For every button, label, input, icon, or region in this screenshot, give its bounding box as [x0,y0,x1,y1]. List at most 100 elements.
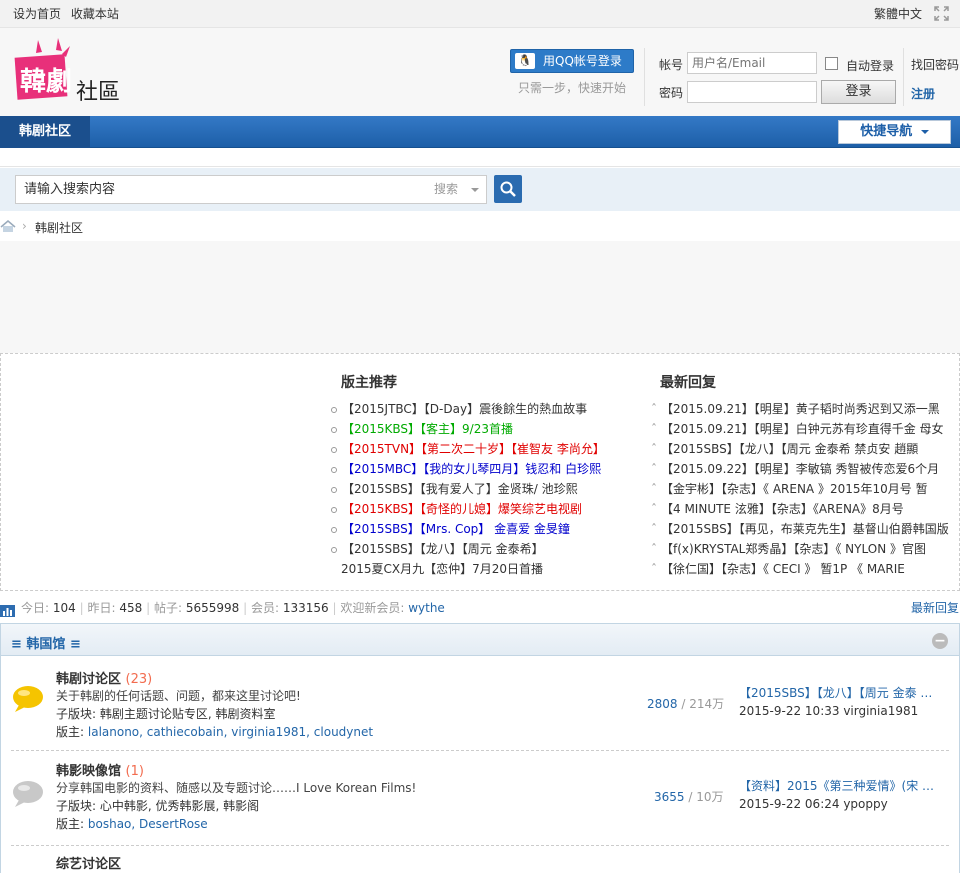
latest-reply-link[interactable]: 最新回复 [911,597,959,619]
chart-icon [0,602,15,617]
quick-nav-label: 快捷导航 [860,124,913,139]
moderator-label: 版主: [56,817,85,831]
collapse-icon[interactable]: − [932,633,948,649]
forum-group: ≡ 韩国馆 ≡ − 韩剧讨论区 (23) 关于韩剧的任何话题、问题，都来这里讨论… [0,623,960,873]
top-bar: 设为首页 收藏本站 繁體中文 [0,0,960,28]
recommend-title: 版主推荐 [341,375,397,391]
forum-moderators: 版主: boshao, DesertRose [56,815,208,832]
main-nav: 韩剧社区 快捷导航 [0,116,960,148]
forum-description: 分享韩国电影的资料、随感以及专题讨论……I Love Korean Films! [56,781,417,795]
recommend-item[interactable]: 【2015TVN】【第二次二十岁】【崔智友 李尚允】 [331,439,631,459]
last-post-title[interactable]: 【资料】2015《第三种爱情》(宋 … [739,777,949,795]
login-button[interactable]: 登录 [821,80,896,104]
posts-count: 5655998 [185,601,240,615]
forum-row: 韩影映像馆 (1) 分享韩国电影的资料、随感以及专题讨论……I Love Kor… [11,751,949,846]
latest-reply-item[interactable]: 【4 MINUTE 泫雅】【杂志】《ARENA》8月号 [651,499,951,519]
search-type-select[interactable]: 搜索 [426,175,487,204]
qq-hint: 只需一步，快速开始 [518,81,627,95]
recommend-item[interactable]: 【2015JTBC】【D-Day】震後餘生的熱血故事 [331,399,631,419]
moderator-links[interactable]: lalanono, cathiecobain, virginia1981, cl… [88,725,373,739]
latest-reply-item[interactable]: 【徐仁国】【杂志】《 CECI 》 暂1P 《 MARIE [651,559,951,579]
forum-subforums: 子版块: 心中韩影, 优秀韩影展, 韩影阁 [56,797,259,814]
subforum-links[interactable]: 韩剧主题讨论贴专区, 韩剧资料室 [100,707,276,721]
search-input[interactable]: 请输入搜索内容 [15,175,427,204]
qq-login-label: 用QQ帐号登录 [543,54,622,68]
breadcrumb-separator: › [22,219,27,233]
breadcrumb-current[interactable]: 韩剧社区 [35,219,83,236]
yesterday-count: 458 [119,601,143,615]
last-post-meta: 2015-9-22 06:24 ypoppy [739,797,888,811]
post-count: 214万 [689,697,725,711]
recommend-item[interactable]: 2015夏CX月九【恋仲】7月20日首播 [331,559,631,579]
qq-penguin-icon: 🐧 [515,53,535,69]
search-icon [500,181,516,197]
recommend-item[interactable]: 【2015SBS】【我有爱人了】金贤珠/ 池珍熙 [331,479,631,499]
stats-bar: 今日: 104 | 昨日: 458 | 帖子: 5655998 | 会员: 13… [0,597,960,619]
post-count: 10万 [696,790,724,804]
bookmark-link[interactable]: 收藏本站 [71,7,119,21]
qq-login-button[interactable]: 🐧 用QQ帐号登录 [510,49,634,73]
password-input[interactable] [687,81,817,103]
welcome-label: 欢迎新会员: [340,601,405,615]
yesterday-label: 昨日: [87,601,116,615]
auto-login-checkbox[interactable] [825,57,838,70]
latest-reply-item[interactable]: 【f(x)KRYSTAL郑秀晶】【杂志】《 NYLON 》官图 [651,539,951,559]
quick-nav-button[interactable]: 快捷导航 [838,120,951,144]
recommend-item[interactable]: 【2015KBS】【客主】9/23首播 [331,419,631,439]
list-icon: ≡ [11,637,27,652]
newest-member-link[interactable]: wythe [408,601,445,615]
forum-row: 综艺讨论区 [11,846,949,876]
posts-label: 帖子: [153,601,182,615]
recommend-item[interactable]: 【2015KBS】【奇怪的儿媳】爆笑综艺电视剧 [331,499,631,519]
latest-reply-item[interactable]: 【2015SBS】【再见，布莱克先生】基督山伯爵韩国版 [651,519,951,539]
last-post-title[interactable]: 【2015SBS】【龙八】【周元 金泰 … [739,684,949,702]
divider [644,48,645,106]
forum-moderators: 版主: lalanono, cathiecobain, virginia1981… [56,723,373,740]
latest-reply-item[interactable]: 【金宇彬】【杂志】《 ARENA 》2015年10月号 暂 [651,479,951,499]
recommend-item[interactable]: 【2015SBS】【Mrs. Cop】 金喜爱 金旻鐘 [331,519,631,539]
latest-reply-item[interactable]: 【2015.09.21】【明星】黄子韬时尚秀迟到又添一黑 [651,399,951,419]
forum-name[interactable]: 韩剧讨论区 (23) [56,668,152,687]
forum-description: 关于韩剧的任何话题、问题，都来这里讨论吧! [56,689,301,703]
forum-name-text: 韩影映像馆 [56,764,122,779]
latest-reply-item[interactable]: 【2015SBS】【龙八】【周元 金泰希 禁贞安 趙顯 [651,439,951,459]
thread-count: 2808 [647,697,678,711]
search-type-label: 搜索 [434,182,459,196]
find-password-link[interactable]: 找回密码 [911,56,959,73]
subforum-label: 子版块: [56,799,97,813]
search-button[interactable] [494,175,522,203]
forum-name[interactable]: 韩影映像馆 (1) [56,760,144,779]
forum-name[interactable]: 综艺讨论区 [56,853,121,872]
moderator-links[interactable]: boshao, DesertRose [88,817,208,831]
stats-text: 今日: 104 | 昨日: 458 | 帖子: 5655998 | 会员: 13… [21,601,445,615]
latest-reply-item[interactable]: 【2015.09.21】【明星】白钟元苏有珍直得千金 母女 [651,419,951,439]
auto-login-label: 自动登录 [846,59,895,73]
subforum-label: 子版块: [56,707,97,721]
list-icon: ≡ [65,637,81,652]
forum-group-title[interactable]: ≡ 韩国馆 ≡ [11,633,81,652]
svg-text:社區: 社區 [76,80,120,105]
forum-new-count: (23) [125,672,153,687]
chat-bubble-icon [11,685,45,713]
forum-row: 韩剧讨论区 (23) 关于韩剧的任何话题、问题，都来这里讨论吧! 子版块: 韩剧… [11,656,949,751]
register-link[interactable]: 注册 [911,85,935,102]
forum-group-name: 韩国馆 [26,637,66,652]
svg-text:韓劇: 韓劇 [20,67,72,97]
divider [903,48,904,106]
recommend-item[interactable]: 【2015MBC】【我的女儿琴四月】钱忍和 白珍熙 [331,459,631,479]
set-home-link[interactable]: 设为首页 [13,7,61,21]
latest-replies-title: 最新回复 [660,375,716,391]
recommend-item[interactable]: 【2015SBS】【龙八】【周元 金泰希】 [331,539,631,559]
traditional-chinese-link[interactable]: 繁體中文 [874,5,922,22]
nav-strip [0,149,960,167]
expand-icon[interactable] [934,6,949,21]
search-bar: 请输入搜索内容 搜索 [0,168,960,211]
site-logo[interactable]: 韓劇 社區 [8,38,128,108]
forum-stats: 3655 / 10万 [654,790,724,804]
latest-reply-item[interactable]: 【2015.09.22】【明星】李敏镐 秀智被传恋爱6个月 [651,459,951,479]
account-input[interactable] [687,52,817,74]
home-icon[interactable] [0,220,16,233]
subforum-links[interactable]: 心中韩影, 优秀韩影展, 韩影阁 [100,799,259,813]
nav-item-home[interactable]: 韩剧社区 [0,116,90,148]
recommend-box: 版主推荐 【2015JTBC】【D-Day】震後餘生的熱血故事 【2015KBS】… [0,353,960,591]
